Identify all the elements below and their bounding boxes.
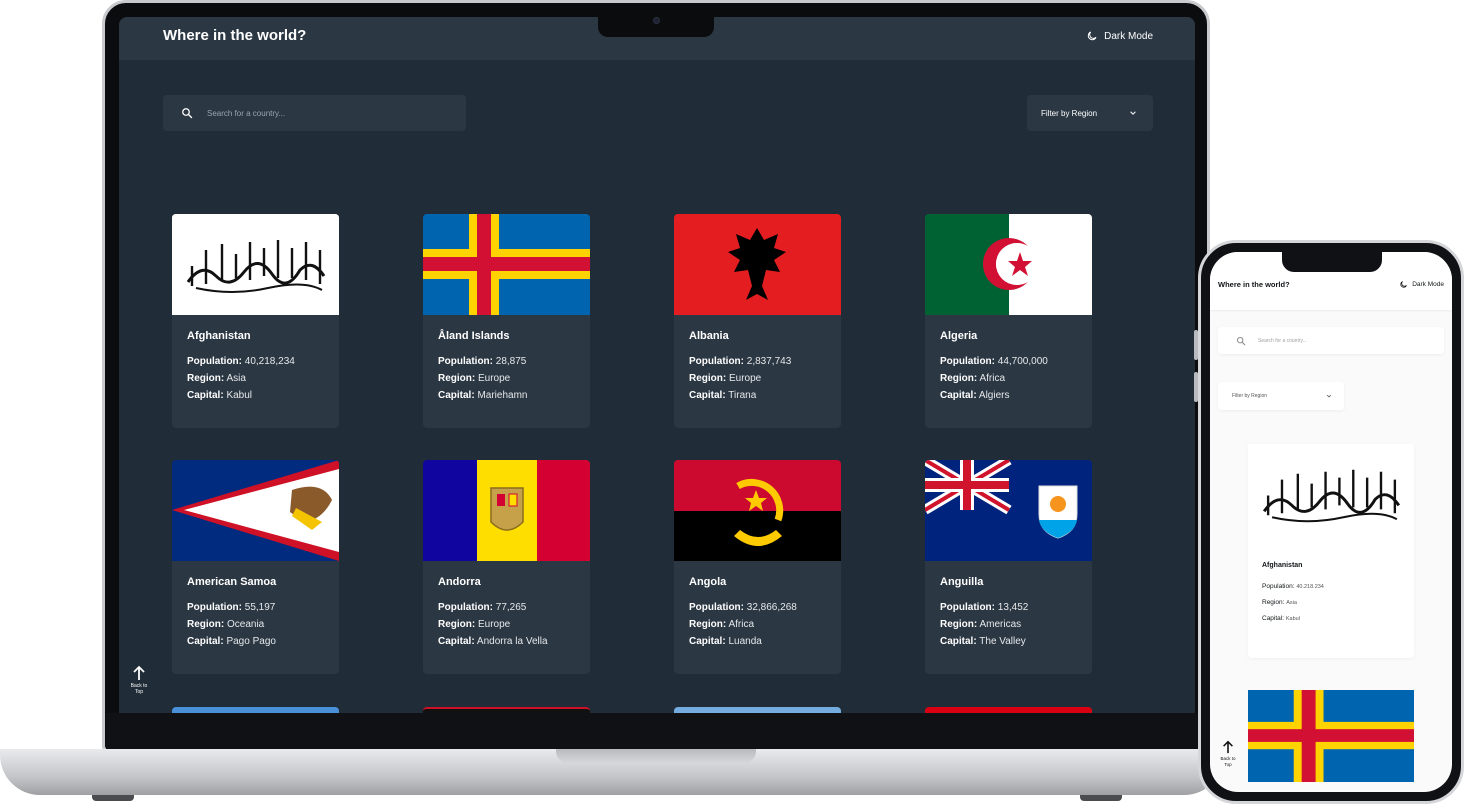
capital-row: Capital: Tirana (689, 390, 757, 401)
country-name: American Samoa (187, 576, 277, 588)
country-name: Åland Islands (438, 330, 510, 342)
search-icon (182, 108, 193, 119)
country-name: Andorra (438, 576, 481, 588)
flag-anguilla (925, 460, 1092, 561)
region-row: Region: Oceania (187, 619, 265, 630)
country-card-albania[interactable]: Albania Population: 2,837,743 Region: Eu… (674, 214, 841, 428)
region-row: Region: Africa (689, 619, 755, 630)
dark-mode-toggle[interactable]: Dark Mode (1086, 30, 1153, 42)
capital-row: Capital: Pago Pago (187, 636, 276, 647)
population-row: Population: 40,218,234 (187, 356, 295, 367)
laptop-opening-groove (556, 749, 756, 763)
country-card-afghanistan[interactable]: Afghanistan Population: 40.218.234 Regio… (1248, 444, 1414, 658)
flag-aland (423, 214, 590, 315)
region-row: Region: Europe (438, 373, 511, 384)
region-row: Region: Africa (940, 373, 1006, 384)
country-name: Albania (689, 330, 729, 342)
search-bar[interactable] (1218, 327, 1444, 354)
laptop-bezel-bottom (106, 713, 1206, 749)
search-input[interactable] (207, 108, 427, 118)
laptop-foot (92, 795, 134, 801)
dark-mode-toggle[interactable]: Dark Mode (1399, 280, 1444, 289)
region-row: Region: Asia (187, 373, 246, 384)
population-row: Population: 77,265 (438, 602, 527, 613)
country-name: Anguilla (940, 576, 984, 588)
search-input[interactable] (1258, 337, 1428, 344)
country-name: Afghanistan (187, 330, 251, 342)
filter-label: Filter by Region (1232, 393, 1268, 399)
population-row: Population: 55,197 (187, 602, 276, 613)
back-to-top-label: Back to Top (1220, 756, 1236, 767)
dark-mode-label: Dark Mode (1104, 30, 1153, 42)
population-row: Population: 40.218.234 (1262, 583, 1324, 590)
country-card-american-samoa[interactable]: American Samoa Population: 55,197 Region… (172, 460, 339, 674)
arrow-up-icon (133, 665, 145, 680)
laptop-camera (653, 17, 660, 24)
region-row: Region: Europe (438, 619, 511, 630)
app-title: Where in the world? (1218, 280, 1290, 289)
capital-row: Capital: Mariehamn (438, 390, 528, 401)
moon-icon (1087, 31, 1097, 41)
back-to-top-label: Back to Top (130, 683, 148, 695)
phone-screen: Where in the world? Dark Mode Filter by … (1210, 252, 1452, 792)
capital-row: Capital: Andorra la Vella (438, 636, 548, 647)
app-title: Where in the world? (163, 27, 307, 44)
laptop-foot (1080, 795, 1122, 801)
search-icon (1236, 336, 1246, 345)
country-name: Afghanistan (1262, 562, 1303, 569)
capital-row: Capital: Luanda (689, 636, 762, 647)
moon-icon (1400, 281, 1408, 288)
flag-afghanistan (1248, 444, 1414, 544)
back-to-top-button[interactable]: Back to Top (127, 665, 151, 695)
search-bar[interactable] (163, 95, 466, 131)
flag-andorra (423, 460, 590, 561)
phone-notch (1282, 252, 1382, 272)
country-card-anguilla[interactable]: Anguilla Population: 13,452 Region: Amer… (925, 460, 1092, 674)
country-card-andorra[interactable]: Andorra Population: 77,265 Region: Europ… (423, 460, 590, 674)
population-row: Population: 44,700,000 (940, 356, 1048, 367)
arrow-up-icon (1223, 740, 1233, 754)
capital-row: Capital: The Valley (940, 636, 1026, 647)
region-filter-dropdown[interactable]: Filter by Region (1218, 382, 1344, 410)
device-mockup-scene: Where in the world? Dark Mode Filter by … (0, 0, 1468, 806)
flag-angola (674, 460, 841, 561)
flag-american-samoa (172, 460, 339, 561)
region-row: Region: Americas (940, 619, 1022, 630)
country-card-aland-islands[interactable]: Åland Islands Population: 28,875 Region:… (423, 214, 590, 428)
country-card-afghanistan[interactable]: Afghanistan Population: 40,218,234 Regio… (172, 214, 339, 428)
country-name: Angola (689, 576, 727, 588)
chevron-down-icon (1326, 394, 1332, 398)
flag-algeria (925, 214, 1092, 315)
population-row: Population: 28,875 (438, 356, 527, 367)
country-card-algeria[interactable]: Algeria Population: 44,700,000 Region: A… (925, 214, 1092, 428)
region-filter-dropdown[interactable]: Filter by Region (1027, 95, 1153, 131)
flag-afghanistan (172, 214, 339, 315)
capital-row: Capital: Algiers (940, 390, 1010, 401)
country-name: Algeria (940, 330, 978, 342)
back-to-top-button[interactable]: Back to Top (1218, 740, 1238, 768)
dark-mode-label: Dark Mode (1412, 281, 1444, 288)
flag-aland (1248, 690, 1414, 782)
population-row: Population: 13,452 (940, 602, 1029, 613)
laptop-screen: Where in the world? Dark Mode Filter by … (119, 17, 1195, 713)
population-row: Population: 32,866,268 (689, 602, 797, 613)
flag-albania (674, 214, 841, 315)
capital-row: Capital: Kabul (187, 390, 253, 401)
region-row: Region: Europe (689, 373, 762, 384)
capital-row: Capital: Kabul (1262, 615, 1300, 622)
region-row: Region: Asia (1262, 599, 1297, 606)
filter-label: Filter by Region (1041, 108, 1098, 118)
population-row: Population: 2,837,743 (689, 356, 792, 367)
chevron-down-icon (1130, 111, 1136, 115)
country-card-angola[interactable]: Angola Population: 32,866,268 Region: Af… (674, 460, 841, 674)
